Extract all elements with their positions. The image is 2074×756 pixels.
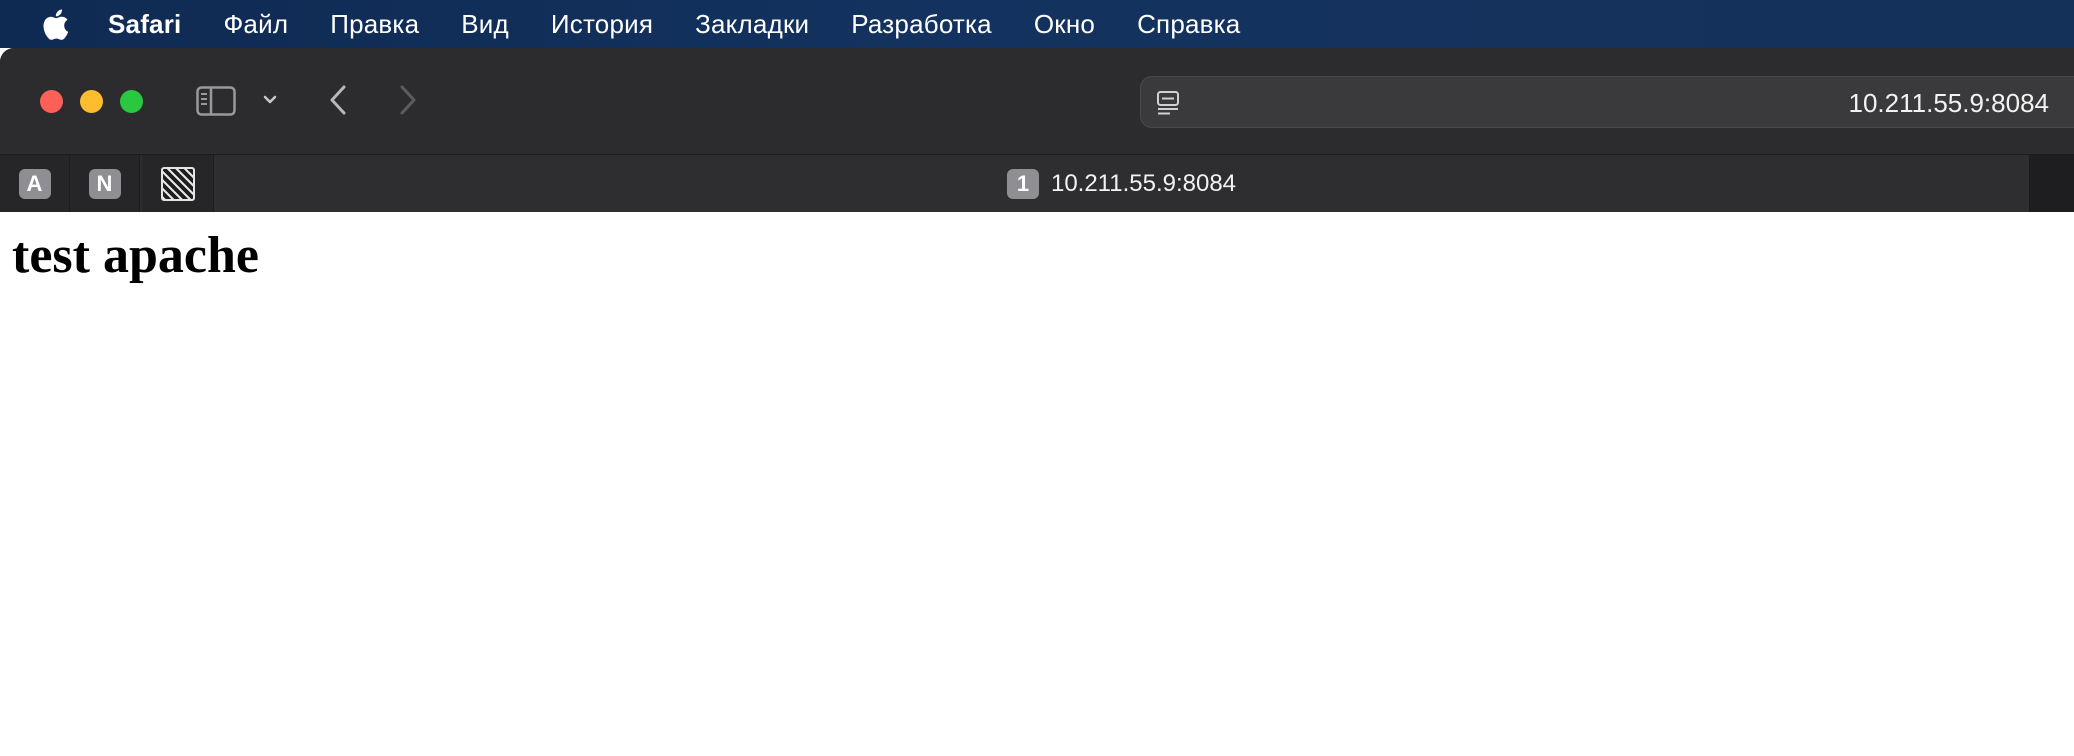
minimize-window-button[interactable] bbox=[80, 90, 103, 113]
tab-bar: A N 1 10.211.55.9:8084 bbox=[0, 154, 2074, 212]
menu-safari[interactable]: Safari bbox=[108, 9, 181, 40]
menu-history[interactable]: История bbox=[551, 9, 653, 40]
tab-favicon-badge: 1 bbox=[1006, 168, 1039, 199]
pinned-tab-a-badge: A bbox=[18, 168, 51, 199]
pinned-tab-hatched[interactable] bbox=[142, 155, 214, 212]
menu-help[interactable]: Справка bbox=[1137, 9, 1240, 40]
maximize-window-button[interactable] bbox=[120, 90, 143, 113]
pinned-tab-n[interactable]: N bbox=[70, 155, 140, 212]
page-heading: test apache bbox=[12, 227, 259, 284]
tab-title: 10.211.55.9:8084 bbox=[1050, 169, 1237, 197]
menu-file[interactable]: Файл bbox=[223, 9, 288, 40]
address-bar[interactable]: 10.211.55.9:8084 bbox=[1140, 76, 2074, 128]
hatched-square-icon bbox=[160, 166, 195, 201]
chevron-down-icon[interactable] bbox=[258, 88, 282, 112]
sidebar-toggle-icon[interactable] bbox=[194, 84, 238, 118]
pinned-tab-a[interactable]: A bbox=[0, 155, 70, 212]
web-content: test apache bbox=[0, 212, 2074, 756]
safari-window: 10.211.55.9:8084 A N 1 10.211.55.9:8084 bbox=[0, 48, 2074, 212]
forward-arrow-icon[interactable] bbox=[392, 82, 424, 118]
menu-edit[interactable]: Правка bbox=[330, 9, 419, 40]
menu-window[interactable]: Окно bbox=[1034, 9, 1095, 40]
pinned-tab-n-badge: N bbox=[88, 168, 121, 199]
menu-bookmarks[interactable]: Закладки bbox=[695, 9, 809, 40]
tab-bar-end bbox=[2030, 155, 2074, 212]
menu-bar: Safari Файл Правка Вид История Закладки … bbox=[0, 0, 2074, 48]
toolbar: 10.211.55.9:8084 bbox=[0, 48, 2074, 154]
back-arrow-icon[interactable] bbox=[322, 82, 354, 118]
menu-develop[interactable]: Разработка bbox=[851, 9, 992, 40]
close-window-button[interactable] bbox=[40, 90, 63, 113]
address-url[interactable]: 10.211.55.9:8084 bbox=[1849, 77, 2049, 129]
menu-view[interactable]: Вид bbox=[461, 9, 509, 40]
page-menu-icon[interactable] bbox=[1155, 89, 1183, 117]
apple-menu-icon[interactable] bbox=[40, 7, 70, 41]
active-tab[interactable]: 1 10.211.55.9:8084 bbox=[214, 155, 2030, 212]
